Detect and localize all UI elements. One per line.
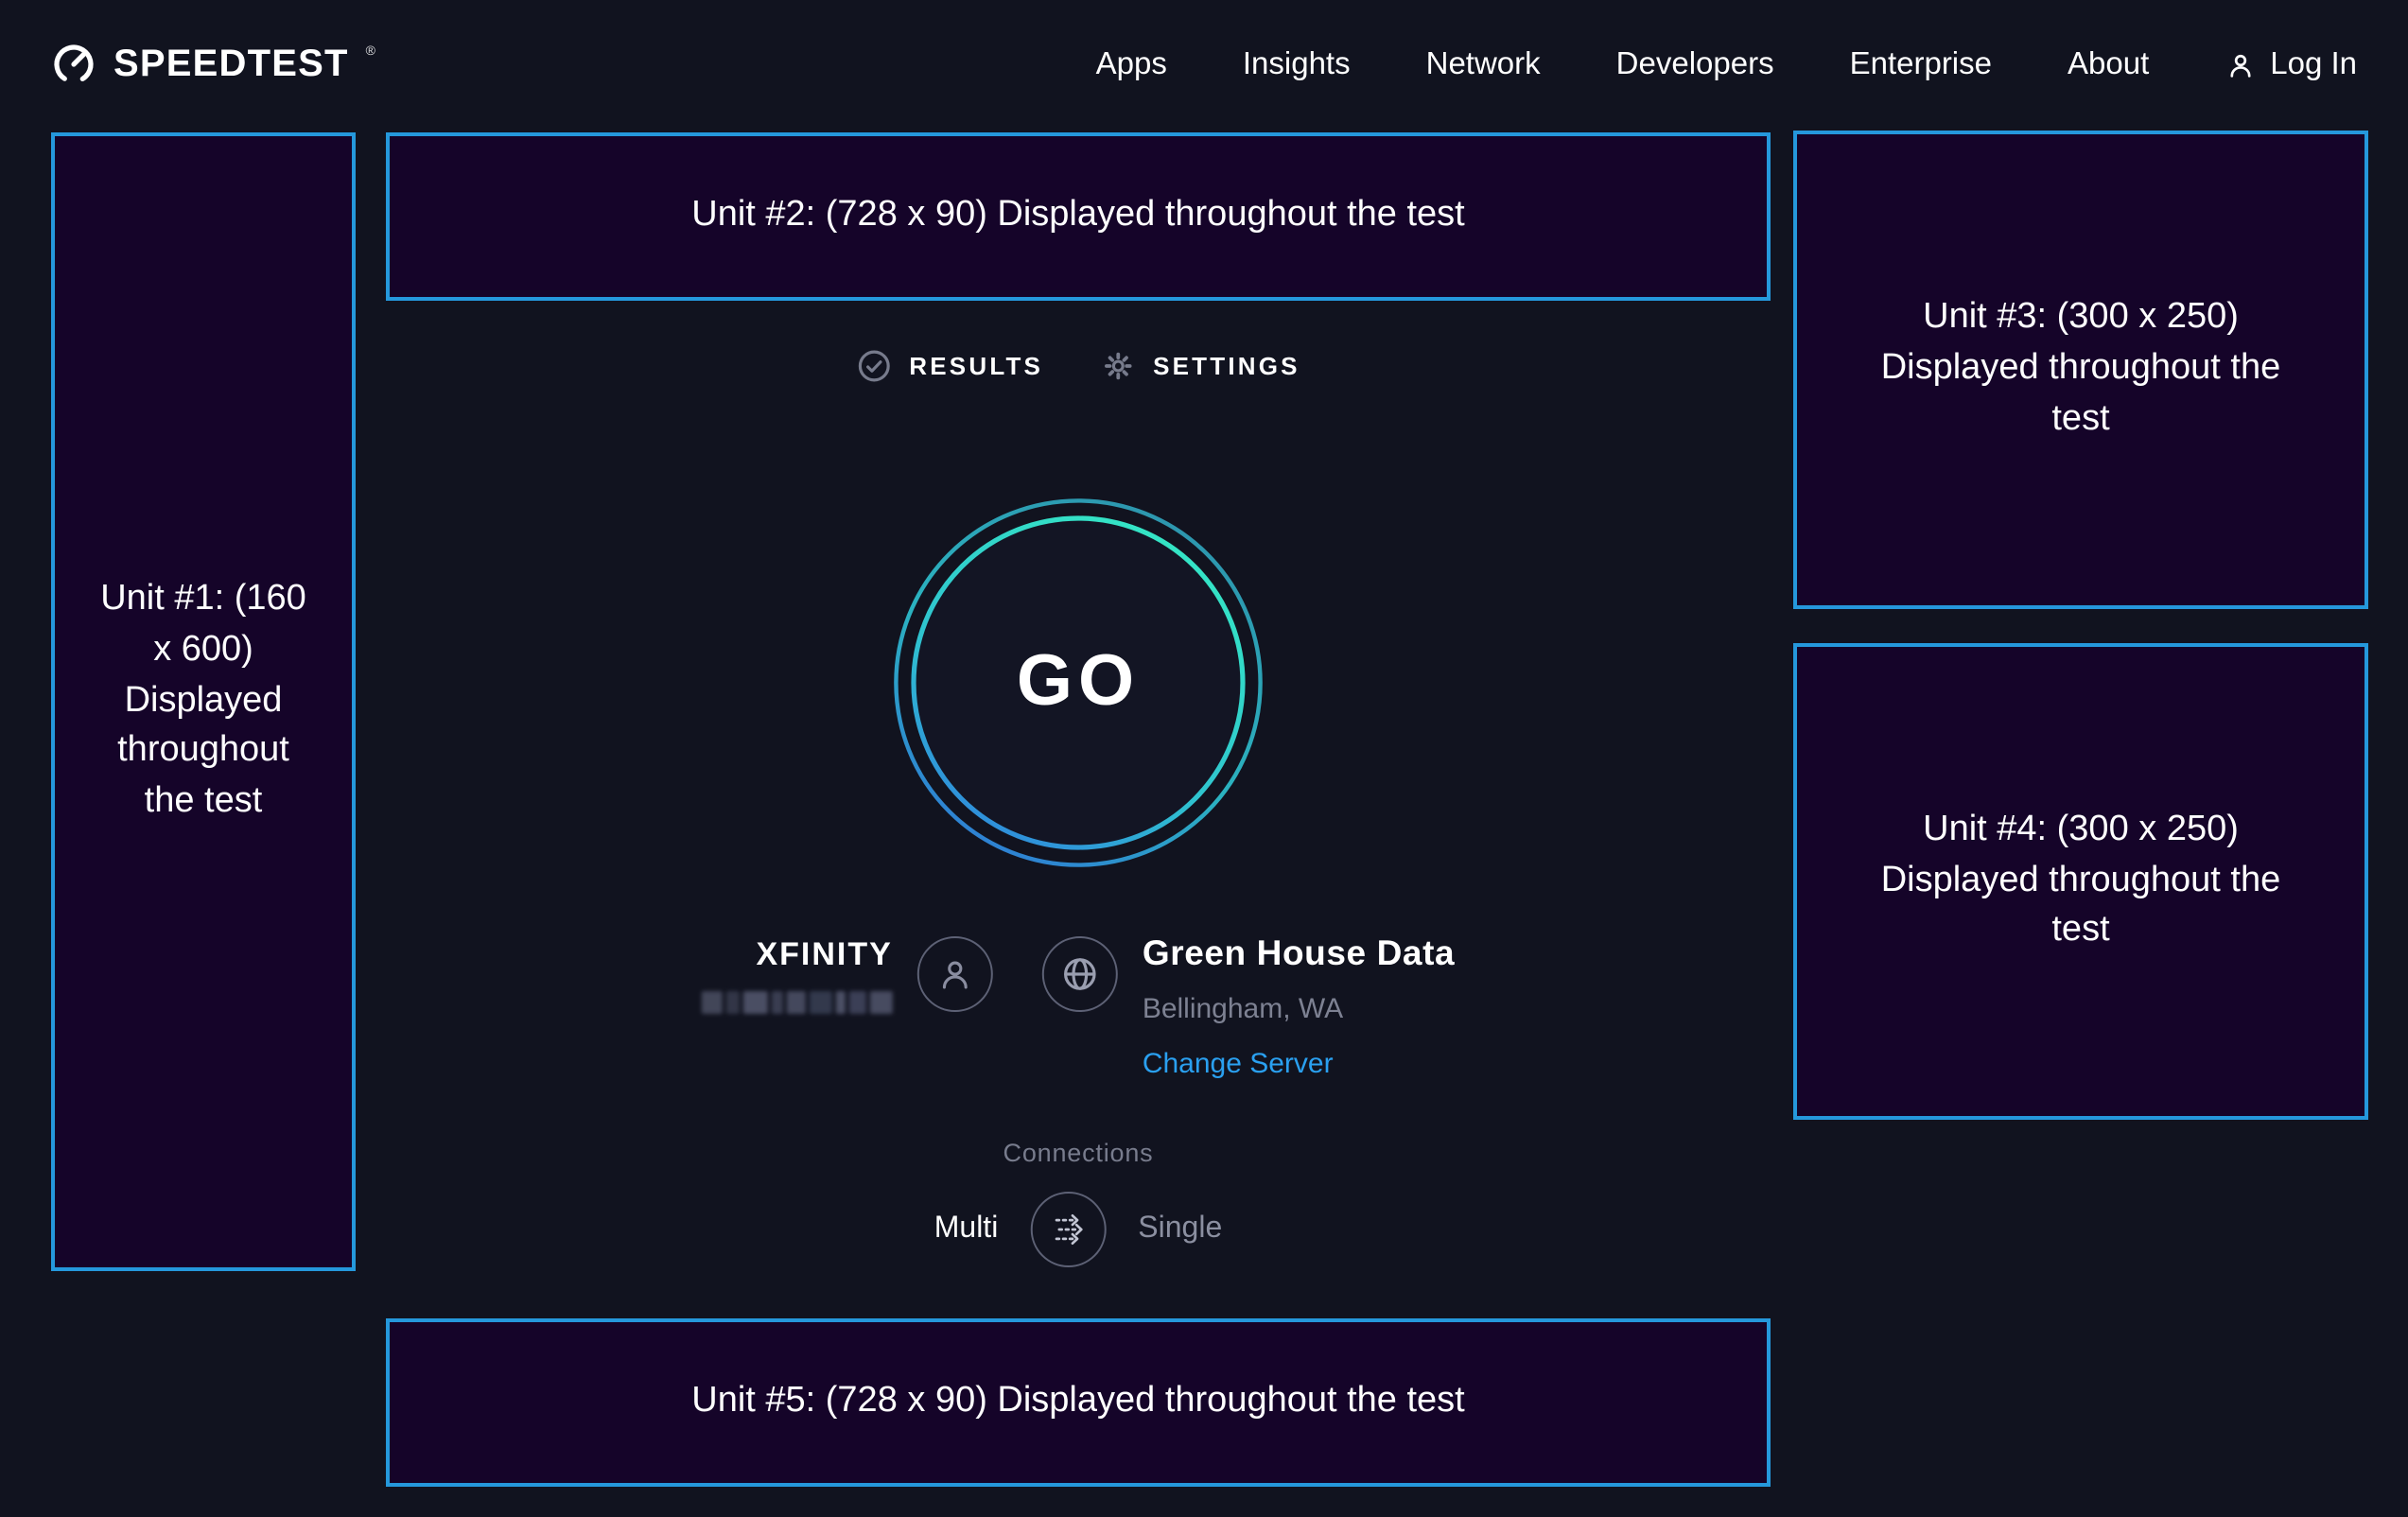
tab-settings-label: SETTINGS (1153, 352, 1300, 380)
nav-item-about[interactable]: About (2068, 46, 2149, 82)
multi-arrows-icon (1045, 1207, 1091, 1252)
view-tabs: RESULTS SETTINGS (856, 348, 1300, 384)
change-server-link[interactable]: Change Server (1143, 1048, 1334, 1082)
isp-badge (917, 936, 993, 1012)
connections-section: Connections Multi Single (934, 1139, 1223, 1267)
ad-unit-2[interactable]: Unit #2: (728 x 90) Displayed throughout… (386, 132, 1771, 301)
server-texts: Green House Data Bellingham, WA Change S… (1143, 933, 1455, 1082)
user-icon (934, 953, 976, 995)
gear-icon (1100, 348, 1136, 384)
logo-text: SPEEDTEST (113, 43, 349, 86)
tab-results[interactable]: RESULTS (856, 348, 1043, 384)
gauge-icon (51, 42, 96, 87)
ad-unit-2-text: Unit #2: (728 x 90) Displayed throughout… (691, 191, 1465, 242)
globe-icon (1057, 951, 1103, 997)
ad-unit-4[interactable]: Unit #4: (300 x 250) Displayed throughou… (1793, 643, 2368, 1120)
connections-row: Multi Single (934, 1192, 1223, 1267)
connections-toggle[interactable] (1030, 1192, 1106, 1267)
tab-results-label: RESULTS (909, 352, 1043, 380)
connections-single-label[interactable]: Single (1138, 1212, 1222, 1247)
user-icon (2225, 48, 2257, 80)
speedtest-app: SPEEDTEST ® Apps Insights Network Develo… (0, 0, 2408, 1517)
host-info: XFINITY (702, 925, 1455, 1082)
server-badge (1042, 936, 1118, 1012)
tab-settings[interactable]: SETTINGS (1100, 348, 1300, 384)
logo-trademark: ® (366, 44, 375, 58)
isp-block: XFINITY (702, 925, 993, 1014)
isp-texts: XFINITY (702, 936, 893, 1014)
isp-name: XFINITY (756, 936, 892, 974)
connections-multi-label[interactable]: Multi (934, 1212, 999, 1247)
ad-unit-3-text: Unit #3: (300 x 250) Displayed throughou… (1854, 293, 2308, 446)
login-button[interactable]: Log In (2225, 46, 2357, 82)
server-name: Green House Data (1143, 933, 1455, 974)
ad-unit-5-text: Unit #5: (728 x 90) Displayed throughout… (691, 1377, 1465, 1428)
nav-item-apps[interactable]: Apps (1096, 46, 1167, 82)
nav-item-network[interactable]: Network (1426, 46, 1541, 82)
ad-unit-1[interactable]: Unit #1: (160 x 600) Displayed throughou… (51, 132, 356, 1271)
nav-item-enterprise[interactable]: Enterprise (1850, 46, 1992, 82)
isp-ip-redacted (702, 991, 893, 1014)
check-circle-icon (856, 348, 892, 384)
main-nav: Apps Insights Network Developers Enterpr… (1096, 46, 2357, 82)
nav-item-developers[interactable]: Developers (1616, 46, 1774, 82)
connections-title: Connections (1003, 1139, 1154, 1169)
ad-unit-1-text: Unit #1: (160 x 600) Displayed throughou… (100, 574, 306, 829)
speedtest-logo[interactable]: SPEEDTEST ® (51, 42, 375, 87)
header: SPEEDTEST ® Apps Insights Network Develo… (0, 0, 2408, 129)
ad-unit-5[interactable]: Unit #5: (728 x 90) Displayed throughout… (386, 1318, 1771, 1487)
server-location: Bellingham, WA (1143, 993, 1343, 1027)
ad-unit-4-text: Unit #4: (300 x 250) Displayed throughou… (1854, 805, 2308, 958)
go-button-label: GO (892, 497, 1265, 869)
go-button[interactable]: GO (892, 497, 1265, 869)
ad-unit-3[interactable]: Unit #3: (300 x 250) Displayed throughou… (1793, 131, 2368, 609)
nav-item-insights[interactable]: Insights (1243, 46, 1351, 82)
server-block: Green House Data Bellingham, WA Change S… (1042, 925, 1455, 1082)
login-label: Log In (2270, 46, 2357, 82)
